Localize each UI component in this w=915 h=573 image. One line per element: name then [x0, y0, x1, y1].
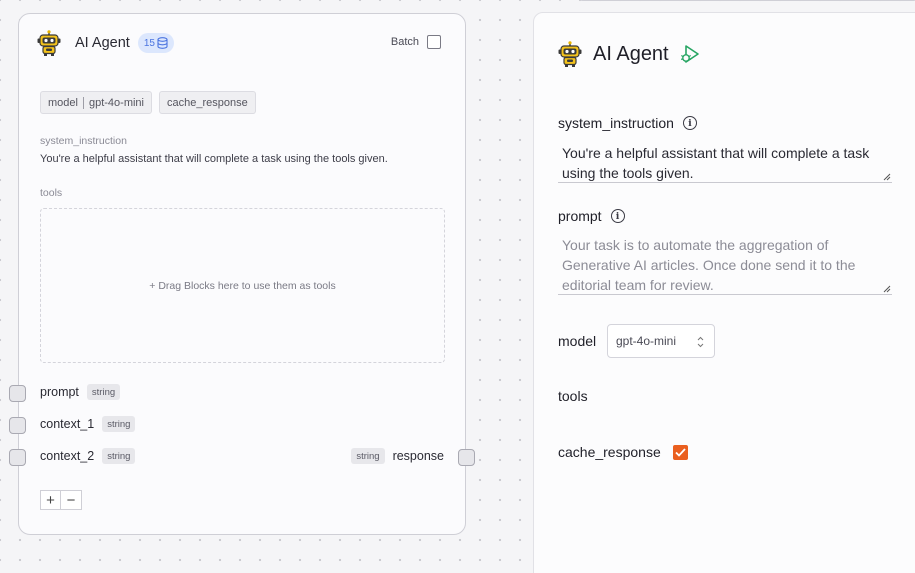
input-handle-context-2[interactable] [9, 449, 26, 466]
input-label: context_2 [40, 449, 95, 463]
batch-checkbox[interactable] [427, 35, 441, 49]
model-select[interactable]: gpt-4o-mini [607, 324, 715, 358]
output-handle-response[interactable] [458, 449, 475, 466]
robot-icon [558, 41, 582, 67]
run-count: 15 [143, 37, 155, 49]
field-label-text: cache_response [558, 444, 661, 460]
panel-title: AI Agent [593, 42, 669, 65]
type-badge: string [351, 448, 385, 464]
system-instruction-text: You're a helpful assistant that will com… [562, 145, 870, 181]
type-badge: string [102, 448, 136, 464]
system-instruction-textarea[interactable]: You're a helpful assistant that will com… [558, 143, 892, 183]
batch-label: Batch [390, 36, 419, 48]
model-chip-key: model [48, 96, 78, 109]
output-label: response [392, 449, 444, 463]
model-chip-value: gpt-4o-mini [88, 96, 144, 109]
input-stepper: + − [40, 490, 82, 510]
field-label-text: model [558, 333, 597, 349]
remove-input-button[interactable]: − [61, 490, 82, 510]
type-badge: string [102, 416, 136, 432]
run-icon[interactable] [679, 43, 701, 65]
input-context-1: context_1 string [40, 416, 136, 432]
node-header: AI Agent 15 [37, 30, 174, 56]
input-context-2: context_2 string [40, 448, 136, 464]
prompt-textarea[interactable]: Your task is to automate the aggregation… [558, 235, 892, 295]
prompt-field-label: prompt i [558, 208, 625, 224]
block-settings-panel: AI Agent system_instruction i You're a h… [533, 12, 915, 573]
resize-grip-icon[interactable] [883, 285, 891, 293]
output-response: string response [351, 448, 444, 464]
database-icon [157, 37, 168, 49]
cache-response-checkbox[interactable] [672, 444, 688, 460]
add-input-button[interactable]: + [40, 490, 61, 510]
input-prompt: prompt string [40, 384, 121, 400]
top-toolbar-edge [578, 0, 915, 1]
field-label-text: prompt [558, 208, 602, 224]
prompt-placeholder: Your task is to automate the aggregation… [562, 237, 856, 293]
panel-header: AI Agent [558, 41, 701, 67]
cache-chip-label: cache_response [167, 96, 248, 109]
input-label: context_1 [40, 417, 95, 431]
tools-field-label: tools [558, 388, 588, 404]
chip-divider [82, 96, 84, 109]
ai-agent-node[interactable]: AI Agent 15 Batch model gpt-4o-mini cach… [9, 13, 475, 535]
node-title: AI Agent [75, 35, 130, 51]
field-label-text: system_instruction [558, 115, 674, 131]
cache-response-field: cache_response [558, 444, 688, 460]
chevron-up-down-icon [697, 336, 704, 348]
run-count-badge[interactable]: 15 [137, 33, 174, 53]
system-instruction-value: You're a helpful assistant that will com… [40, 153, 388, 165]
tools-drop-zone[interactable]: + Drag Blocks here to use them as tools [40, 208, 445, 363]
resize-grip-icon[interactable] [883, 173, 891, 181]
check-icon [675, 447, 686, 457]
field-label-text: tools [558, 388, 588, 404]
info-icon[interactable]: i [610, 209, 625, 223]
model-field-label: model [558, 333, 596, 349]
system-instruction-label: system_instruction [40, 135, 127, 147]
robot-icon [37, 30, 61, 56]
model-chip[interactable]: model gpt-4o-mini [40, 91, 152, 114]
info-icon[interactable]: i [682, 116, 697, 130]
config-chips: model gpt-4o-mini cache_response [40, 91, 256, 114]
input-label: prompt [40, 385, 79, 399]
input-handle-prompt[interactable] [9, 385, 26, 402]
tools-drop-hint: + Drag Blocks here to use them as tools [149, 279, 336, 292]
type-badge: string [86, 384, 121, 400]
input-handle-context-1[interactable] [9, 417, 26, 434]
model-select-value: gpt-4o-mini [616, 334, 677, 348]
cache-response-chip[interactable]: cache_response [159, 91, 256, 114]
tools-label: tools [40, 187, 63, 199]
system-instruction-field-label: system_instruction i [558, 115, 697, 131]
batch-toggle[interactable]: Batch [391, 35, 441, 49]
